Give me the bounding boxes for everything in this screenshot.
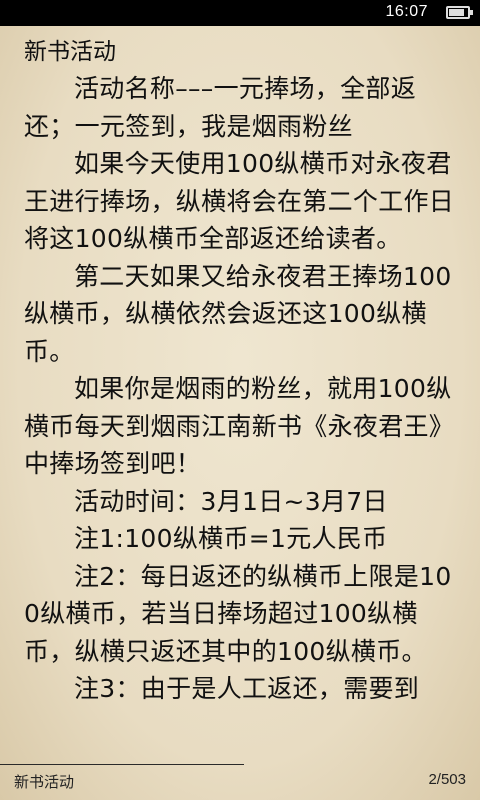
paragraph: 第二天如果又给永夜君王捧场100纵横币，纵横依然会返还这100纵横币。 <box>24 261 452 366</box>
paragraph: 注1:100纵横币=1元人民币 <box>74 524 388 553</box>
paragraph: 如果你是烟雨的粉丝，就用100纵横币每天到烟雨江南新书《永夜君王》中捧场签到吧！ <box>24 374 455 478</box>
paragraph: 注2：每日返还的纵横币上限是100纵横币，若当日捧场超过100纵横币，纵横只返还… <box>24 561 452 666</box>
chapter-title: 新书活动 <box>24 39 116 65</box>
battery-level <box>449 9 464 16</box>
status-bar: 16:07 <box>0 0 480 26</box>
paragraph: 如果今天使用100纵横币对永夜君王进行捧场，纵横将会在第二个工作日将这100纵横… <box>24 149 455 253</box>
page-indicator: 2/503 <box>428 771 466 788</box>
reader-content[interactable]: 新书活动 活动名称–––一元捧场，全部返还；一元签到，我是烟雨粉丝 如果今天使用… <box>24 36 464 748</box>
paragraph: 注3：由于是人工返还，需要到 <box>74 674 420 703</box>
battery-icon <box>446 6 473 19</box>
paragraph: 活动时间：3月1日~3月7日 <box>74 486 388 516</box>
footer-divider <box>0 764 244 765</box>
footer-chapter-label: 新书活动 <box>14 773 75 791</box>
paragraph: 活动名称–––一元捧场，全部返还；一元签到，我是烟雨粉丝 <box>24 74 417 141</box>
status-time: 16:07 <box>385 3 428 20</box>
